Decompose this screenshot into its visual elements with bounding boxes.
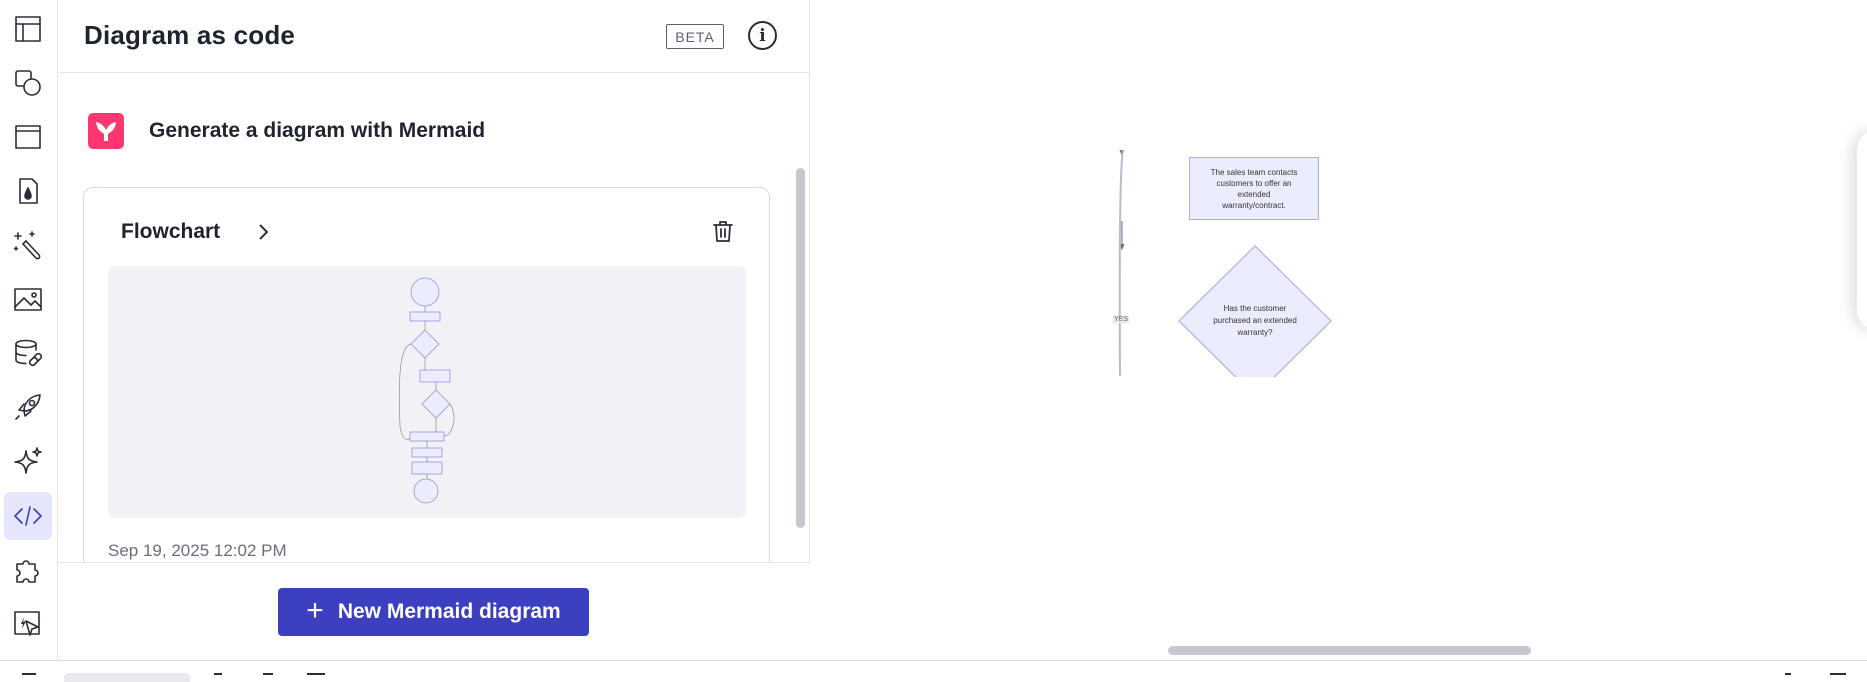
new-mermaid-diagram-button[interactable]: + New Mermaid diagram xyxy=(278,588,589,636)
yes-edge-label: YES xyxy=(1113,316,1130,323)
bottom-icon[interactable] xyxy=(1785,673,1791,682)
bottom-icon[interactable] xyxy=(307,673,325,682)
shapes-icon[interactable] xyxy=(4,59,52,107)
ink-icon[interactable] xyxy=(4,167,52,215)
new-button-label: New Mermaid diagram xyxy=(337,600,561,623)
database-link-icon[interactable] xyxy=(4,329,52,377)
code-icon[interactable] xyxy=(4,492,52,540)
node-line: warranty/contract. xyxy=(1222,200,1286,210)
image-icon[interactable] xyxy=(4,275,52,323)
info-icon[interactable]: i xyxy=(748,21,777,50)
frame-icon[interactable] xyxy=(4,5,52,53)
rocket-icon[interactable] xyxy=(4,383,52,431)
puzzle-icon[interactable] xyxy=(4,546,52,594)
generate-mermaid-row[interactable]: Generate a diagram with Mermaid xyxy=(88,111,485,151)
app-window: Diagram as code BETA i Generate a diagra… xyxy=(0,0,1867,682)
tool-rail xyxy=(0,0,58,660)
bottom-icon[interactable] xyxy=(214,673,222,682)
diagram-card[interactable]: Flowchart Sep 19, 2025 12:02 PM xyxy=(83,187,770,562)
beta-badge: BETA xyxy=(666,24,724,49)
decision-line: Has the customer xyxy=(1223,304,1287,313)
node-line: customers to offer an xyxy=(1216,178,1292,188)
bottom-tab[interactable] xyxy=(64,673,190,682)
yes-edge-line xyxy=(1118,149,1124,377)
trash-icon[interactable] xyxy=(710,218,736,244)
decision-line: purchased an extended xyxy=(1213,316,1297,325)
sparkle-icon[interactable] xyxy=(4,437,52,485)
generate-mermaid-text: Generate a diagram with Mermaid xyxy=(149,119,486,142)
panel-footer: + New Mermaid diagram xyxy=(59,562,810,660)
node-line: extended xyxy=(1237,189,1271,199)
decision-line: warranty? xyxy=(1237,328,1273,337)
vertical-scrollbar[interactable] xyxy=(796,168,805,528)
mermaid-logo-icon xyxy=(88,113,124,149)
bottom-icon[interactable] xyxy=(263,673,273,682)
plus-icon: + xyxy=(306,593,324,627)
card-date: Sep 19, 2025 12:02 PM xyxy=(108,541,287,560)
decision-text: Has the customer purchased an extended w… xyxy=(1201,303,1309,339)
panel-title: Diagram as code xyxy=(84,20,296,50)
flowchart-diagram xyxy=(1118,149,1125,377)
horizontal-scrollbar[interactable] xyxy=(1168,646,1531,655)
bottom-icon[interactable] xyxy=(1830,673,1846,682)
bottom-toolbar xyxy=(0,660,1867,682)
chevron-right-icon[interactable] xyxy=(252,221,274,243)
diagram-thumbnail[interactable] xyxy=(108,266,746,518)
diagram-as-code-panel: Diagram as code BETA i Generate a diagra… xyxy=(59,0,810,660)
card-icon[interactable] xyxy=(4,113,52,161)
node-line: The sales team contacts xyxy=(1210,167,1298,177)
smart-select-icon[interactable] xyxy=(4,600,52,648)
card-title: Flowchart xyxy=(121,220,221,243)
bottom-icon[interactable] xyxy=(22,673,36,682)
panel-header: Diagram as code BETA i xyxy=(59,0,810,73)
magic-wand-icon[interactable] xyxy=(4,221,52,269)
process-node[interactable]: The sales team contacts customers to off… xyxy=(1189,157,1319,220)
diagram-list: Flowchart Sep 19, 2025 12:02 PM xyxy=(59,165,810,562)
canvas-clip-mask xyxy=(1111,377,1371,437)
side-panel-edge xyxy=(1857,130,1867,330)
board-canvas[interactable]: The sales team contacts customers to off… xyxy=(811,0,1867,660)
